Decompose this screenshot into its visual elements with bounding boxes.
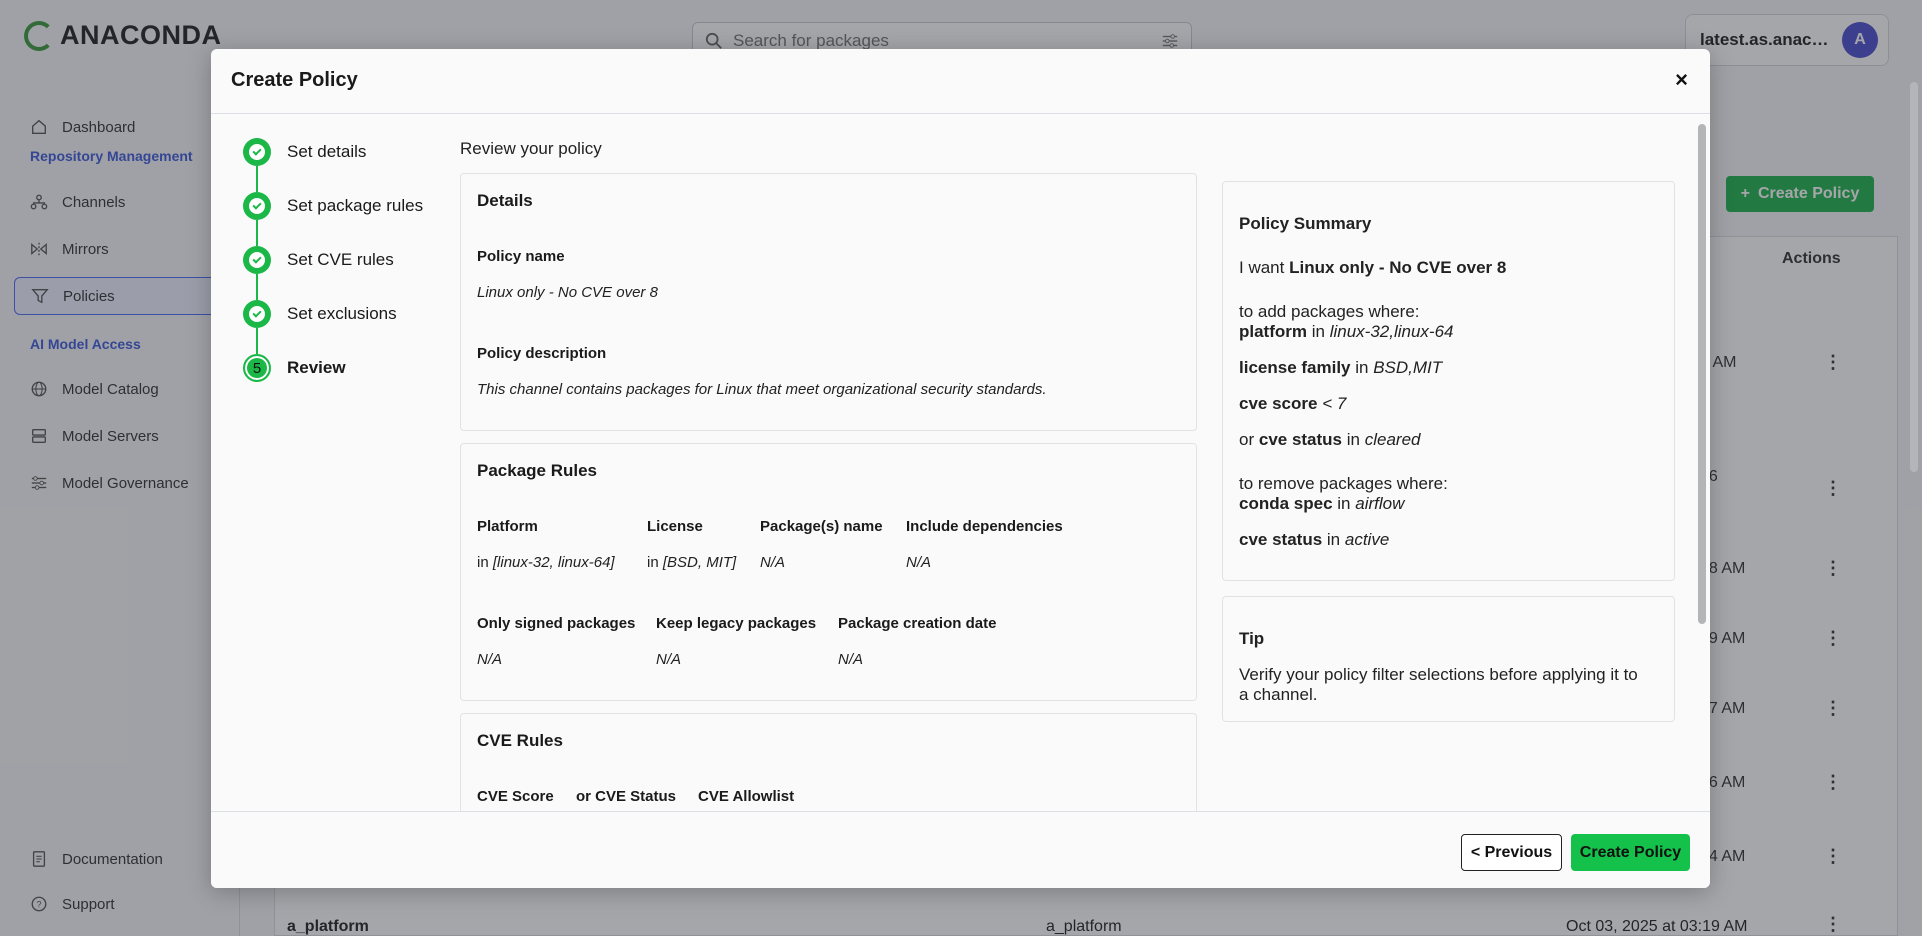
details-card: Details Policy name Linux only - No CVE … (460, 173, 1197, 431)
modal-scrollbar[interactable] (1698, 124, 1706, 624)
previous-button[interactable]: < Previous (1461, 834, 1562, 871)
summary-license: license family in BSD,MIT (1239, 358, 1442, 378)
cve-rules-heading: CVE Rules (477, 731, 563, 750)
conda-spec-key: conda spec (1239, 494, 1333, 513)
in-prefix: in (647, 554, 659, 571)
signed-packages-label: Only signed packages (477, 615, 636, 632)
include-dependencies-label: Include dependencies (906, 518, 1063, 535)
step-label: Set CVE rules (287, 250, 394, 269)
summary-cve-score: cve score < 7 (1239, 394, 1346, 414)
platform-key: platform (1239, 322, 1307, 341)
i-want-text: I want (1239, 258, 1285, 277)
cve-status-key: cve status (1239, 530, 1323, 549)
review-title: Review your policy (460, 139, 602, 158)
step-connector (256, 274, 258, 300)
package-names-label: Package(s) name (760, 518, 883, 535)
or-word: or (1239, 430, 1255, 449)
in-word: in (1337, 494, 1351, 513)
step-label: Set exclusions (287, 304, 397, 323)
remove-intro: to remove packages where: (1239, 474, 1448, 493)
platform-label: Platform (477, 518, 538, 535)
policy-description-value: This channel contains packages for Linux… (477, 381, 1047, 398)
cve-score-key: cve score (1239, 394, 1318, 413)
step-set-cve-rules[interactable]: Set CVE rules (243, 246, 443, 274)
summary-cve-status: or cve status in cleared (1239, 430, 1421, 450)
step-number: 5 (243, 354, 271, 382)
include-dependencies-value: N/A (906, 554, 932, 571)
tip-text: Verify your policy filter selections bef… (1239, 665, 1638, 704)
legacy-packages-value: N/A (656, 651, 682, 668)
cve-status-key: cve status (1258, 430, 1343, 449)
cve-score-label: CVE Score (477, 788, 554, 805)
check-icon (243, 246, 271, 274)
policy-name-value: Linux only - No CVE over 8 (477, 284, 658, 301)
step-set-details[interactable]: Set details (243, 138, 443, 166)
in-word: in (1346, 430, 1360, 449)
license-key: license family (1239, 358, 1351, 377)
platform-list: [linux-32, linux-64] (492, 554, 615, 571)
tip-heading: Tip (1239, 629, 1264, 649)
creation-date-value: N/A (838, 651, 864, 668)
modal-body: Set details Set package rules Set CVE ru… (211, 114, 1710, 811)
step-connector (256, 328, 258, 354)
step-set-package-rules[interactable]: Set package rules (243, 192, 443, 220)
license-list: [BSD, MIT] (662, 554, 737, 571)
creation-date-label: Package creation date (838, 615, 997, 632)
modal-header: Create Policy × (211, 49, 1710, 114)
in-word: in (1326, 530, 1341, 549)
step-connector (256, 166, 258, 192)
tip-heading-text: Tip (1239, 629, 1265, 648)
cve-status-val: active (1344, 530, 1390, 549)
in-word: in (1355, 358, 1369, 377)
modal-footer: < Previous Create Policy (211, 811, 1710, 888)
package-rules-card: Package Rules Platform in [linux-32, lin… (460, 443, 1197, 701)
step-connector (256, 220, 258, 246)
platform-val: linux-32,linux-64 (1329, 322, 1454, 341)
check-icon (243, 138, 271, 166)
platform-value: in [linux-32, linux-64] (477, 554, 615, 571)
summary-cve-status-remove: cve status in active (1239, 530, 1389, 550)
summary-intent: I want Linux only - No CVE over 8 (1239, 258, 1506, 278)
create-policy-button[interactable]: Create Policy (1571, 834, 1690, 871)
license-value: in [BSD, MIT] (647, 554, 736, 571)
page-scrollbar[interactable] (1910, 82, 1918, 472)
package-rules-heading: Package Rules (477, 461, 598, 480)
package-names-value: N/A (760, 554, 786, 571)
cve-status-val: cleared (1364, 430, 1421, 449)
summary-policy-name: Linux only - No CVE over 8 (1289, 258, 1507, 277)
modal-title: Create Policy (231, 69, 358, 91)
check-icon (243, 192, 271, 220)
step-label: Set details (287, 142, 367, 161)
license-label: License (647, 518, 703, 535)
step-label: Review (287, 358, 346, 377)
in-prefix: in (477, 554, 489, 571)
tip-card: Tip Verify your policy filter selections… (1222, 596, 1675, 722)
legacy-packages-label: Keep legacy packages (656, 615, 817, 632)
conda-spec-val: airflow (1355, 494, 1405, 513)
policy-name-label: Policy name (477, 248, 565, 265)
step-set-exclusions[interactable]: Set exclusions (243, 300, 443, 328)
cve-allowlist-label: CVE Allowlist (698, 788, 795, 805)
cve-status-label: or CVE Status (576, 788, 677, 805)
summary-heading-text: Policy Summary (1239, 214, 1372, 233)
step-review[interactable]: 5 Review (243, 354, 443, 382)
in-word: in (1311, 322, 1325, 341)
summary-heading: Policy Summary (1239, 214, 1371, 234)
step-label: Set package rules (287, 196, 424, 215)
signed-packages-value: N/A (477, 651, 503, 668)
add-intro: to add packages where: (1239, 302, 1420, 321)
policy-description-label: Policy description (477, 345, 607, 362)
summary-platform: platform in linux-32,linux-64 (1239, 322, 1454, 342)
summary-conda-spec: conda spec in airflow (1239, 494, 1404, 514)
create-policy-modal: Create Policy × Set details Set package … (211, 49, 1710, 888)
close-icon[interactable]: × (1675, 67, 1688, 93)
cve-rules-card: CVE Rules CVE Score or CVE Status CVE Al… (460, 713, 1197, 811)
cve-score-val: < 7 (1322, 394, 1347, 413)
license-val: BSD,MIT (1373, 358, 1443, 377)
policy-summary-card: Policy Summary I want Linux only - No CV… (1222, 181, 1675, 581)
check-icon (243, 300, 271, 328)
details-heading: Details (477, 191, 533, 210)
